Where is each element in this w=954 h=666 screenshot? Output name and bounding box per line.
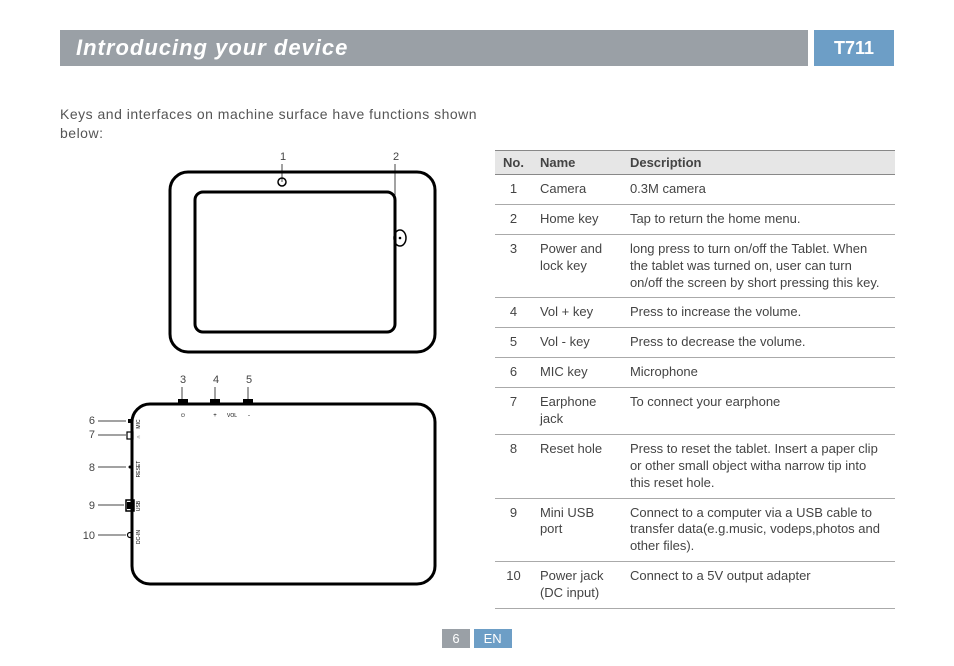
cell-no: 9 (495, 498, 532, 562)
callout-7-label: 7 (89, 429, 95, 441)
cell-desc: To connect your earphone (622, 388, 895, 435)
callout-10-label: 10 (83, 530, 95, 542)
callout-9-label: 9 (89, 500, 95, 512)
cell-desc: Press to decrease the volume. (622, 328, 895, 358)
callout-1-label: 1 (280, 151, 286, 163)
keys-table: No. Name Description 1Camera0.3M camera2… (495, 150, 895, 609)
cell-name: Camera (532, 175, 622, 205)
cell-name: Home key (532, 204, 622, 234)
intro-text: Keys and interfaces on machine surface h… (60, 105, 490, 143)
svg-text:USB: USB (136, 500, 142, 511)
svg-text:DC-IN: DC-IN (136, 530, 142, 544)
table-row: 4Vol + keyPress to increase the volume. (495, 298, 895, 328)
rear-view: 3 4 5 ⏻ + VOL - MIC ∩ (83, 374, 435, 584)
callout-3-label: 3 (180, 374, 186, 386)
callout-6-label: 6 (89, 415, 95, 427)
cell-name: Vol + key (532, 298, 622, 328)
table-row: 10Power jack (DC input)Connect to a 5V o… (495, 562, 895, 609)
svg-text:MIC: MIC (136, 419, 142, 429)
cell-no: 5 (495, 328, 532, 358)
svg-text:RESET: RESET (136, 461, 142, 478)
cell-no: 10 (495, 562, 532, 609)
cell-no: 8 (495, 434, 532, 498)
table-row: 2Home keyTap to return the home menu. (495, 204, 895, 234)
table-row: 1Camera0.3M camera (495, 175, 895, 205)
svg-text:-: - (248, 413, 250, 419)
page-title: Introducing your device (60, 30, 808, 66)
svg-text:⏻: ⏻ (181, 413, 185, 419)
callout-5-label: 5 (246, 374, 252, 386)
table-row: 3Power and lock keylong press to turn on… (495, 234, 895, 298)
cell-no: 4 (495, 298, 532, 328)
cell-desc: long press to turn on/off the Tablet. Wh… (622, 234, 895, 298)
table-header-row: No. Name Description (495, 151, 895, 175)
cell-no: 2 (495, 204, 532, 234)
cell-no: 7 (495, 388, 532, 435)
callout-2-label: 2 (393, 151, 399, 163)
cell-name: Reset hole (532, 434, 622, 498)
svg-text:VOL: VOL (227, 413, 237, 419)
cell-name: Vol - key (532, 328, 622, 358)
table-row: 9Mini USB portConnect to a computer via … (495, 498, 895, 562)
cell-desc: Connect to a computer via a USB cable to… (622, 498, 895, 562)
cell-name: MIC key (532, 358, 622, 388)
cell-desc: Connect to a 5V output adapter (622, 562, 895, 609)
cell-desc: Press to increase the volume. (622, 298, 895, 328)
cell-desc: Tap to return the home menu. (622, 204, 895, 234)
table-row: 8Reset holePress to reset the tablet. In… (495, 434, 895, 498)
svg-text:∩: ∩ (136, 435, 142, 439)
svg-text:+: + (213, 413, 217, 419)
th-desc: Description (622, 151, 895, 175)
cell-name: Power jack (DC input) (532, 562, 622, 609)
page-number: 6 (442, 629, 469, 648)
cell-name: Mini USB port (532, 498, 622, 562)
page-footer: 6 EN (0, 629, 954, 648)
cell-no: 1 (495, 175, 532, 205)
page-header: Introducing your device T711 (60, 30, 894, 66)
cell-desc: Microphone (622, 358, 895, 388)
cell-no: 6 (495, 358, 532, 388)
cell-desc: 0.3M camera (622, 175, 895, 205)
callout-4-label: 4 (213, 374, 219, 386)
device-diagram: 1 2 3 4 5 ⏻ + VOL (60, 150, 450, 590)
table-row: 5Vol - keyPress to decrease the volume. (495, 328, 895, 358)
cell-no: 3 (495, 234, 532, 298)
cell-desc: Press to reset the tablet. Insert a pape… (622, 434, 895, 498)
table-row: 6MIC keyMicrophone (495, 358, 895, 388)
page-lang: EN (474, 629, 512, 648)
th-no: No. (495, 151, 532, 175)
callout-8-label: 8 (89, 462, 95, 474)
cell-name: Earphone jack (532, 388, 622, 435)
front-view: 1 2 (170, 151, 435, 352)
cell-name: Power and lock key (532, 234, 622, 298)
table-row: 7Earphone jackTo connect your earphone (495, 388, 895, 435)
model-code: T711 (814, 30, 894, 66)
th-name: Name (532, 151, 622, 175)
